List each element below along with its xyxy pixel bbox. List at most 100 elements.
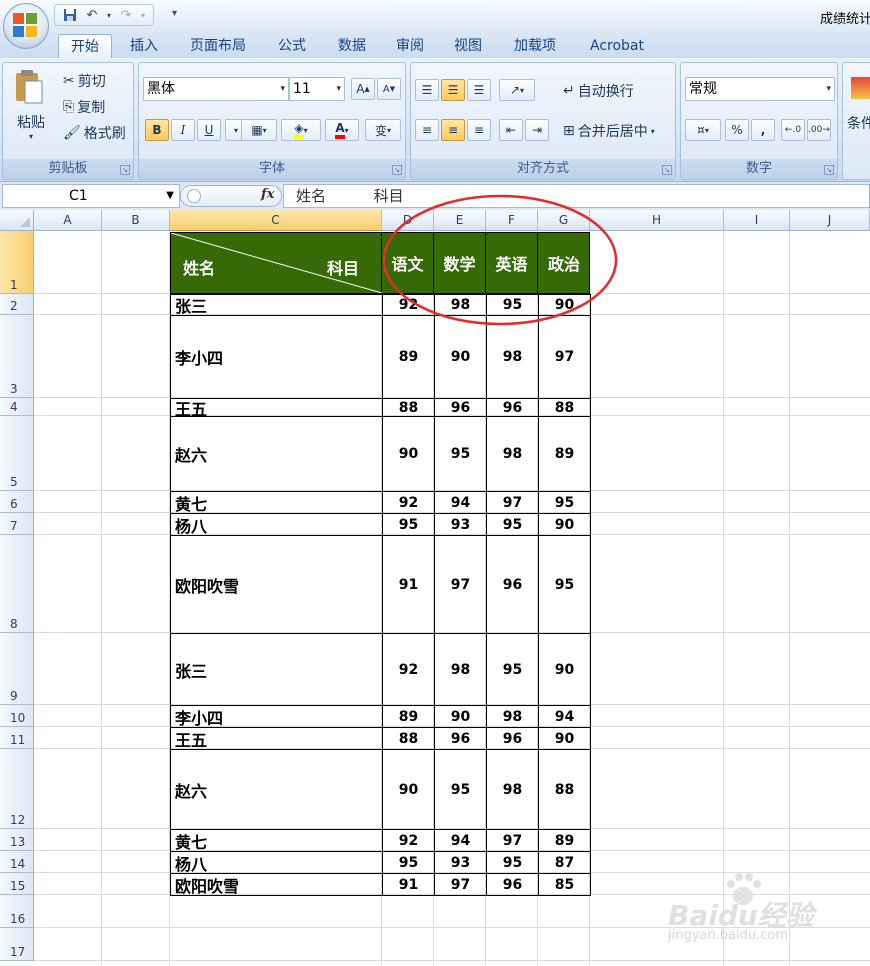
bold-button[interactable]: B (145, 119, 169, 141)
clipboard-launcher-icon[interactable]: ↘ (120, 165, 130, 175)
score-cell[interactable]: 98 (486, 705, 539, 728)
paste-dropdown-icon[interactable]: ▾ (13, 132, 49, 141)
score-cell[interactable]: 96 (434, 727, 487, 750)
score-cell[interactable]: 93 (434, 851, 487, 874)
fill-color-button[interactable]: ◈ ▾ (281, 119, 321, 141)
score-cell[interactable]: 93 (434, 513, 487, 536)
score-cell[interactable]: 95 (486, 633, 539, 706)
score-cell[interactable]: 95 (486, 513, 539, 536)
score-cell[interactable]: 92 (382, 829, 435, 852)
font-launcher-icon[interactable]: ↘ (392, 165, 402, 175)
row-header-16[interactable]: 16 (0, 895, 34, 928)
score-cell[interactable]: 97 (486, 491, 539, 514)
student-name-cell[interactable]: 欧阳吹雪 (170, 873, 383, 896)
phonetic-button[interactable]: 变 ▾ (365, 119, 401, 141)
score-cell[interactable]: 90 (538, 633, 591, 706)
paste-button[interactable]: 粘贴 ▾ (13, 69, 49, 141)
score-cell[interactable]: 90 (538, 727, 591, 750)
align-right-button[interactable]: ≡ (467, 119, 491, 141)
increase-indent-button[interactable]: ⇥ (525, 119, 549, 141)
score-cell[interactable]: 87 (538, 851, 591, 874)
row-header-2[interactable]: 2 (0, 294, 34, 315)
format-painter-button[interactable]: 🖌 格式刷 (63, 123, 126, 143)
score-cell[interactable]: 90 (382, 416, 435, 492)
row-header-8[interactable]: 8 (0, 535, 34, 633)
score-cell[interactable]: 95 (486, 851, 539, 874)
increase-decimal-button[interactable]: ←.0 (781, 119, 805, 141)
merge-center-button[interactable]: ⊞ 合并后居中 ▾ (563, 121, 655, 141)
row-header-11[interactable]: 11 (0, 727, 34, 749)
score-cell[interactable]: 96 (486, 873, 539, 896)
score-cell[interactable]: 88 (538, 749, 591, 830)
comma-button[interactable]: , (751, 119, 775, 141)
tab-data[interactable]: 数据 (328, 34, 376, 58)
student-name-cell[interactable]: 张三 (170, 633, 383, 706)
row-header-7[interactable]: 7 (0, 513, 34, 535)
redo-dropdown-icon[interactable]: ▾ (139, 6, 147, 24)
student-name-cell[interactable]: 赵六 (170, 416, 383, 492)
student-name-cell[interactable]: 欧阳吹雪 (170, 535, 383, 634)
score-cell[interactable]: 89 (538, 416, 591, 492)
font-size-combo[interactable]: 11 ▾ (289, 77, 345, 101)
student-name-cell[interactable]: 黄七 (170, 829, 383, 852)
score-cell[interactable]: 97 (434, 873, 487, 896)
row-header-5[interactable]: 5 (0, 416, 34, 491)
font-name-combo[interactable]: 黑体 ▾ (143, 77, 289, 101)
student-name-cell[interactable]: 王五 (170, 398, 383, 419)
column-header-j[interactable]: J (790, 210, 870, 231)
tab-home[interactable]: 开始 (58, 34, 112, 58)
align-top-button[interactable]: ☰ (415, 79, 439, 101)
cut-button[interactable]: ✂ 剪切 (63, 71, 106, 91)
accounting-format-button[interactable]: ¤ ▾ (685, 119, 721, 141)
score-cell[interactable]: 97 (434, 535, 487, 634)
student-name-cell[interactable]: 王五 (170, 727, 383, 750)
student-name-cell[interactable]: 李小四 (170, 315, 383, 399)
score-cell[interactable]: 98 (434, 633, 487, 706)
number-launcher-icon[interactable]: ↘ (824, 165, 834, 175)
align-left-button[interactable]: ≡ (415, 119, 439, 141)
score-cell[interactable]: 89 (382, 705, 435, 728)
column-header-c[interactable]: C (170, 210, 382, 231)
row-header-13[interactable]: 13 (0, 829, 34, 851)
score-cell[interactable]: 97 (486, 829, 539, 852)
score-cell[interactable]: 95 (538, 491, 591, 514)
score-cell[interactable]: 92 (382, 633, 435, 706)
row-header-12[interactable]: 12 (0, 749, 34, 829)
score-cell[interactable]: 85 (538, 873, 591, 896)
student-name-cell[interactable]: 李小四 (170, 705, 383, 728)
save-icon[interactable] (61, 6, 79, 24)
score-cell[interactable]: 89 (538, 829, 591, 852)
borders-button[interactable]: ▦ ▾ (241, 119, 277, 141)
score-cell[interactable]: 88 (382, 398, 435, 417)
column-header-a[interactable]: A (34, 210, 102, 231)
student-name-cell[interactable]: 张三 (170, 294, 383, 316)
score-cell[interactable]: 96 (486, 727, 539, 750)
select-all-corner[interactable] (0, 210, 34, 231)
conditional-format-label[interactable]: 条件 (847, 113, 870, 133)
customize-qat-icon[interactable]: ▾ (172, 8, 177, 19)
score-cell[interactable]: 98 (486, 749, 539, 830)
row-header-17[interactable]: 17 (0, 928, 34, 961)
alignment-launcher-icon[interactable]: ↘ (662, 165, 672, 175)
undo-icon[interactable]: ↶ (83, 6, 101, 24)
shrink-font-button[interactable]: A ▼ (377, 78, 401, 100)
score-cell[interactable]: 94 (538, 705, 591, 728)
score-cell[interactable]: 91 (382, 535, 435, 634)
score-cell[interactable]: 94 (434, 829, 487, 852)
row-header-10[interactable]: 10 (0, 705, 34, 727)
score-cell[interactable]: 95 (434, 416, 487, 492)
score-cell[interactable]: 90 (434, 705, 487, 728)
student-name-cell[interactable]: 赵六 (170, 749, 383, 830)
redo-icon[interactable]: ↷ (117, 6, 135, 24)
tab-acrobat[interactable]: Acrobat (580, 34, 654, 58)
tab-formulas[interactable]: 公式 (268, 34, 316, 58)
student-name-cell[interactable]: 杨八 (170, 851, 383, 874)
align-center-button[interactable]: ≡ (441, 119, 465, 141)
score-cell[interactable]: 88 (382, 727, 435, 750)
score-cell[interactable]: 91 (382, 873, 435, 896)
row-header-14[interactable]: 14 (0, 851, 34, 873)
row-header-4[interactable]: 4 (0, 398, 34, 416)
office-button[interactable] (3, 3, 49, 49)
insert-function-icon[interactable]: fx (261, 187, 274, 202)
number-format-combo[interactable]: 常规 ▾ (685, 77, 835, 101)
